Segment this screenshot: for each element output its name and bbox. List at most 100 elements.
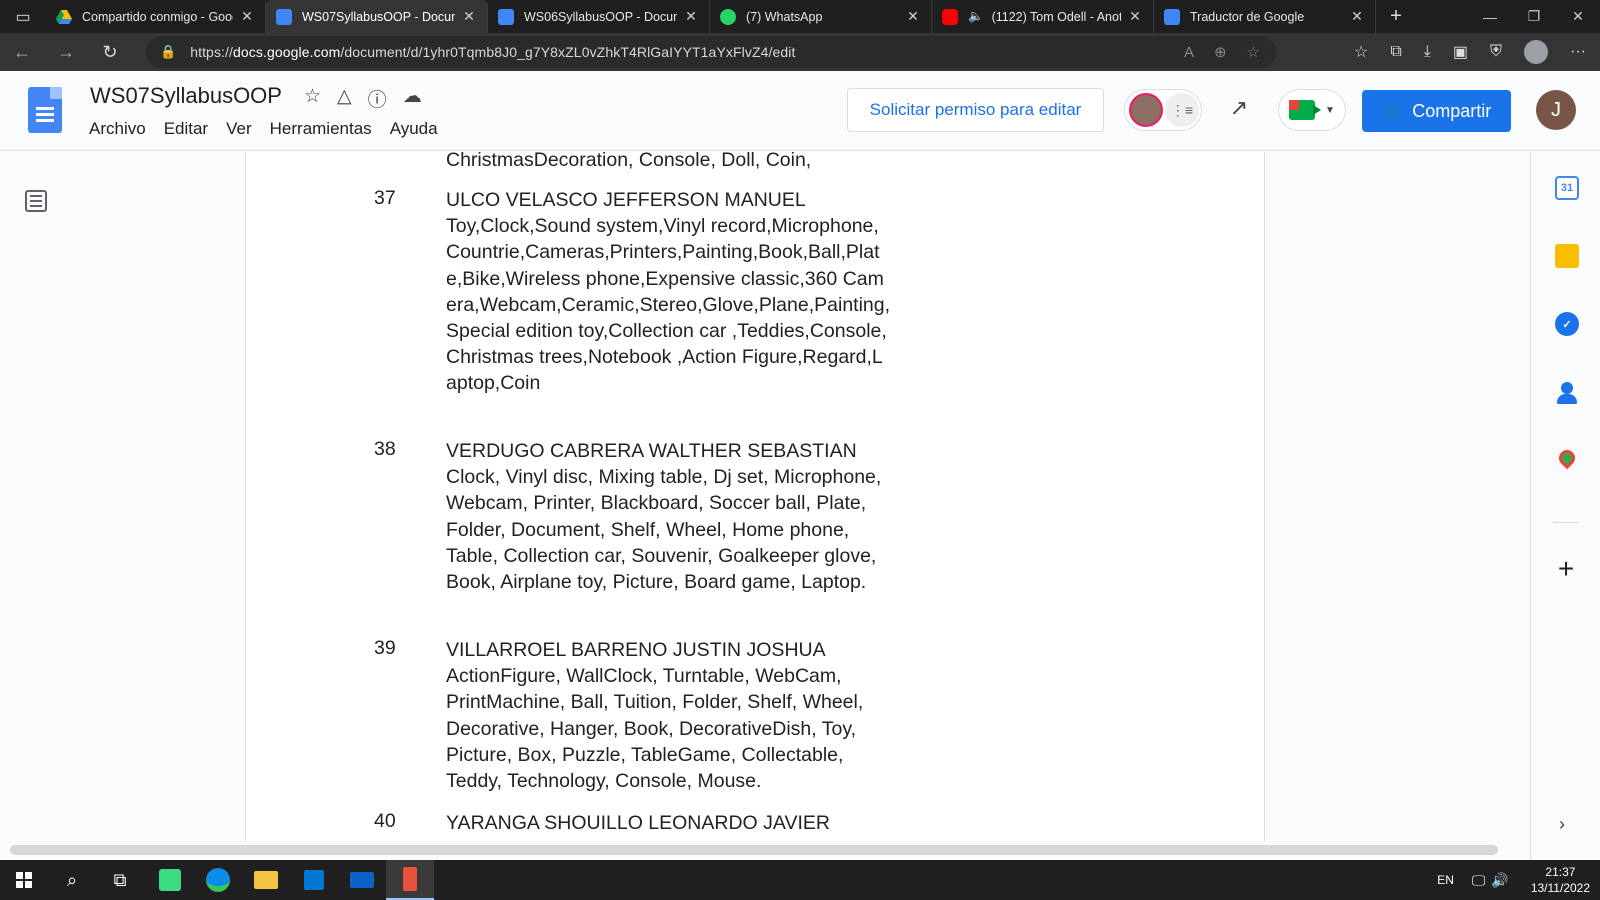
star-icon[interactable]: ☆ [304,85,321,112]
entry-items: ActionFigure, WallClock, Turntable, WebC… [446,665,864,793]
menu-editar[interactable]: Editar [164,119,208,139]
menu-herramientas[interactable]: Herramientas [270,119,372,139]
url-scheme: https:// [190,44,234,60]
more-icon[interactable]: ··· [1570,43,1586,61]
youtube-icon [942,8,958,25]
close-window-icon[interactable]: ✕ [1556,0,1600,33]
entry-name: VILLARROEL BARRENO JUSTIN JOSHUA [446,639,826,661]
browser-tab[interactable]: Traductor de Google ✕ [1154,0,1376,33]
document-title[interactable]: WS07SyllabusOOP [90,83,282,109]
entry-items: Toy,Clock,Sound system,Vinyl record,Micr… [446,215,891,395]
new-tab-button[interactable]: + [1376,0,1416,33]
favorite-star-icon[interactable]: ☆ [1247,43,1260,61]
language-indicator[interactable]: EN [1437,873,1454,887]
previous-entry-tail: ChristmasDecoration, Console, Doll, Coin… [446,152,812,171]
browser-essentials-icon[interactable]: ⛨ [1490,43,1502,61]
entry-items: Clock, Vinyl disc, Mixing table, Dj set,… [446,466,882,594]
meet-button[interactable]: ▼ [1278,89,1346,131]
docs-logo-icon[interactable] [28,87,62,133]
tasks-icon[interactable]: ✓ [1555,312,1579,336]
close-tab-icon[interactable]: ✕ [461,8,477,25]
chevron-right-icon[interactable]: › [1559,814,1565,835]
browser-tab[interactable]: (7) WhatsApp ✕ [710,0,932,33]
tab-actions-icon[interactable]: ▭ [0,0,46,33]
minimize-icon[interactable]: — [1468,0,1512,33]
menu-ver[interactable]: Ver [226,119,252,139]
contacts-icon[interactable] [1555,380,1579,404]
add-addon-icon[interactable]: + [1553,554,1579,584]
browser-tab-active[interactable]: WS07SyllabusOOP - Documen ✕ [266,0,488,33]
system-tray: EN 🖵🔊 21:37 13/11/2022 [1437,860,1600,900]
menu-bar: Archivo Editar Ver Herramientas Ayuda [89,119,456,139]
entry-number: 40 [374,810,396,832]
activity-dashboard-icon[interactable]: ↗ [1224,95,1254,125]
close-tab-icon[interactable]: ✕ [1127,8,1143,25]
share-label: Compartir [1412,100,1492,121]
downloads-icon[interactable]: ⤓ [1424,43,1431,61]
file-explorer-icon[interactable] [242,860,290,900]
browser-tab[interactable]: 🔈 (1122) Tom Odell - Anoth ✕ [932,0,1154,33]
cloud-status-icon[interactable]: ☁ [403,85,422,112]
whatsapp-icon [720,8,736,25]
document-outline-icon[interactable] [25,190,47,212]
url-path: /document/d/1yhr0Tqmb8J0_g7Y8xZL0vZhkT4R… [340,44,796,60]
extensions-icon[interactable]: ▣ [1453,42,1468,62]
zoom-icon[interactable]: ⊕ [1214,43,1227,61]
url-input[interactable]: 🔒 https://docs.google.com/document/d/1yh… [146,36,1276,68]
favorites-icon[interactable]: ☆ [1354,42,1368,62]
share-button[interactable]: 👤 Compartir [1362,90,1511,132]
search-icon[interactable]: ⌕ [48,860,96,900]
restore-icon[interactable]: ❐ [1512,0,1556,33]
details-info-icon[interactable]: ⓘ [368,85,387,112]
clock-date: 13/11/2022 [1530,881,1590,895]
network-volume-icons[interactable]: 🖵🔊 [1472,872,1515,889]
entry-number: 39 [374,637,396,659]
windows-start-icon[interactable] [0,860,48,900]
side-panel: 31 ✓ + › [1530,152,1600,860]
mail-icon[interactable] [338,860,386,900]
speaker-icon[interactable]: 🔈 [968,9,984,24]
collections-icon[interactable]: ⧉ [1390,43,1401,61]
refresh-icon[interactable]: ↻ [88,42,132,63]
snipping-tool-icon[interactable] [386,860,434,900]
collaborator-avatar[interactable] [1129,93,1163,127]
horizontal-scrollbar[interactable] [10,845,1498,855]
url-host: docs.google.com [233,44,341,60]
collaborators-pill[interactable]: ⋮≡ [1124,89,1202,131]
back-icon[interactable]: ← [0,42,44,63]
android-studio-icon[interactable] [146,860,194,900]
entry-name: VERDUGO CABRERA WALTHER SEBASTIAN [446,440,857,462]
profile-avatar[interactable] [1524,40,1549,64]
google-translate-icon [1164,8,1180,25]
menu-ayuda[interactable]: Ayuda [390,119,438,139]
microsoft-store-icon[interactable] [290,860,338,900]
calendar-icon[interactable]: 31 [1555,176,1579,200]
chat-icon[interactable]: ⋮≡ [1165,93,1199,127]
keep-icon[interactable] [1555,244,1579,268]
close-tab-icon[interactable]: ✕ [1349,8,1365,25]
read-aloud-icon[interactable]: A [1184,44,1194,61]
browser-tab[interactable]: WS06SyllabusOOP - Documen ✕ [488,0,710,33]
document-page[interactable]: ChristmasDecoration, Console, Doll, Coin… [245,152,1265,841]
side-panel-divider [1553,522,1579,523]
clock-time: 21:37 [1545,865,1576,879]
maps-icon[interactable] [1555,446,1579,472]
lock-icon[interactable]: 🔒 [160,44,176,60]
browser-tab[interactable]: Compartido conmigo - Googl ✕ [46,0,266,33]
close-tab-icon[interactable]: ✕ [239,8,255,25]
chevron-down-icon: ▼ [1325,104,1335,116]
clock[interactable]: 21:37 13/11/2022 [1531,864,1590,896]
request-edit-access-button[interactable]: Solicitar permiso para editar [847,88,1104,132]
document-canvas[interactable]: ChristmasDecoration, Console, Doll, Coin… [0,152,1530,841]
close-tab-icon[interactable]: ✕ [683,8,699,25]
close-tab-icon[interactable]: ✕ [905,8,921,25]
edge-icon[interactable] [194,860,242,900]
task-view-icon[interactable]: ⧉ [96,860,144,900]
docs-header: WS07SyllabusOOP ☆ △ ⓘ ☁ Archivo Editar V… [0,71,1600,151]
entry-number: 37 [374,187,396,209]
forward-icon[interactable]: → [44,42,88,63]
menu-archivo[interactable]: Archivo [89,119,146,139]
account-avatar[interactable]: J [1536,90,1576,130]
entry-name: ULCO VELASCO JEFFERSON MANUEL [446,189,806,211]
add-shortcut-drive-icon[interactable]: △ [337,85,352,112]
